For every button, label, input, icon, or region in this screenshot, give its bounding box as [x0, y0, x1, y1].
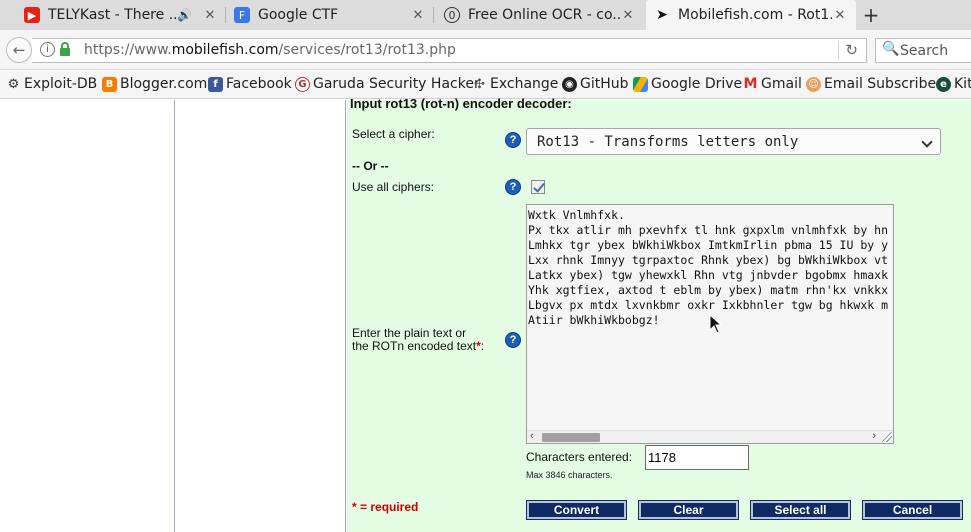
fish-icon: ➤ — [656, 7, 668, 23]
cipher-selected-value: Rot13 - Transforms letters only — [537, 134, 799, 150]
chevron-down-icon — [921, 136, 933, 148]
search-placeholder: Search — [900, 43, 949, 59]
horizontal-scrollbar[interactable]: ‹ › — [527, 430, 893, 443]
chars-entered-label: Characters entered: — [526, 450, 633, 464]
exchange-icon: ✣ — [474, 76, 485, 92]
subscriber-icon: ☺ — [806, 76, 821, 92]
gear-icon: ⚙ — [7, 76, 20, 92]
scrollbar-thumb[interactable] — [542, 433, 600, 442]
tab-free-online-ocr[interactable]: 0 Free Online OCR - co... ✕ — [436, 0, 644, 30]
lock-icon — [60, 42, 70, 56]
scroll-left-icon[interactable]: ‹ — [530, 430, 534, 442]
drive-icon — [633, 76, 648, 92]
tab-title: TELYKast - There ... — [48, 7, 178, 23]
close-tab-icon[interactable]: ✕ — [202, 8, 218, 23]
bookmark-kit[interactable]: e Kit — [936, 76, 971, 92]
url-text: https://www.mobilefish.com/services/rot1… — [84, 42, 456, 58]
tab-title: Free Online OCR - co... — [468, 7, 620, 23]
kit-icon: e — [936, 76, 951, 92]
facebook-icon: f — [208, 76, 223, 92]
cipher-select[interactable]: Rot13 - Transforms letters only — [526, 128, 941, 155]
bookmark-exchange[interactable]: ✣ Exchange — [472, 76, 558, 92]
bookmark-google-drive[interactable]: Google Drive — [633, 76, 742, 92]
tab-strip: ▶ TELYKast - There ... 🔊 ✕ F Google CTF … — [0, 0, 971, 30]
search-icon: 🔍 — [882, 41, 900, 57]
help-icon[interactable]: ? — [505, 332, 521, 348]
middle-column — [176, 100, 346, 532]
max-chars-note: Max 3846 characters. — [526, 470, 613, 480]
rot13-form-panel: Input rot13 (rot-n) encoder decoder: Sel… — [347, 96, 971, 532]
tab-title: Google CTF — [258, 7, 339, 23]
or-separator: -- Or -- — [352, 159, 389, 173]
page-content: Input rot13 (rot-n) encoder decoder: Sel… — [0, 96, 971, 532]
bookmark-facebook[interactable]: f Facebook — [208, 76, 292, 92]
help-icon[interactable]: ? — [505, 132, 521, 148]
use-all-ciphers-checkbox[interactable] — [531, 180, 545, 194]
tab-telykast[interactable]: ▶ TELYKast - There ... 🔊 ✕ — [16, 0, 226, 30]
bookmark-exploit-db[interactable]: ⚙ Exploit-DB — [6, 76, 98, 92]
search-input[interactable]: 🔍 Search — [875, 38, 971, 63]
back-button[interactable]: ← — [6, 37, 32, 63]
text-input-label: Enter the plain text or the ROTn encoded… — [352, 326, 485, 353]
bookmark-github[interactable]: ◉ GitHub — [562, 76, 629, 92]
required-note: * = required — [352, 500, 419, 514]
close-tab-icon[interactable]: ✕ — [832, 8, 848, 23]
youtube-icon: ▶ — [24, 7, 40, 23]
garuda-icon: G — [295, 76, 310, 92]
cipher-label: Select a cipher: — [352, 127, 435, 141]
cancel-button[interactable]: Cancel — [862, 500, 963, 520]
info-icon[interactable]: i — [40, 42, 55, 57]
scroll-right-icon[interactable]: › — [872, 430, 876, 442]
bookmarks-toolbar: ⚙ Exploit-DB B Blogger.com f Facebook G Garu… — [0, 71, 971, 99]
gmail-icon: M — [743, 76, 758, 92]
select-all-button[interactable]: Select all — [750, 500, 851, 520]
chars-entered-field[interactable] — [645, 445, 749, 470]
resize-grip-icon[interactable] — [882, 432, 892, 442]
close-tab-icon[interactable]: ✕ — [620, 8, 636, 23]
left-column — [0, 100, 175, 532]
ocr-icon: 0 — [444, 7, 460, 23]
help-icon[interactable]: ? — [505, 179, 521, 195]
tab-title: Mobilefish.com - Rot1... — [678, 7, 832, 23]
blogger-icon: B — [102, 76, 117, 92]
tab-mobilefish[interactable]: ➤ Mobilefish.com - Rot1... ✕ — [646, 0, 856, 30]
text-input-content: Wxtk Vnlmhfxk. Px tkx atlir mh pxevhfx t… — [528, 208, 889, 327]
form-heading: Input rot13 (rot-n) encoder decoder: — [350, 96, 572, 111]
bookmark-garuda[interactable]: G Garuda Security Hacker — [295, 76, 480, 92]
tab-google-ctf[interactable]: F Google CTF ✕ — [226, 0, 434, 30]
shield-icon: F — [234, 7, 250, 23]
new-tab-button[interactable]: + — [858, 3, 884, 27]
navigation-bar: ← i https://www.mobilefish.com/services/… — [0, 30, 971, 70]
convert-button[interactable]: Convert — [526, 500, 627, 520]
mouse-cursor-icon — [709, 314, 723, 334]
bookmark-gmail[interactable]: M Gmail — [743, 76, 802, 92]
github-icon: ◉ — [562, 76, 577, 92]
all-ciphers-label: Use all ciphers: — [352, 180, 435, 194]
bookmark-blogger[interactable]: B Blogger.com — [102, 76, 207, 92]
close-tab-icon[interactable]: ✕ — [410, 8, 426, 23]
address-bar[interactable]: i https://www.mobilefish.com/services/ro… — [32, 38, 867, 63]
clear-button[interactable]: Clear — [638, 500, 739, 520]
bookmark-email-subscriber[interactable]: ☺ Email Subscriber — [806, 76, 942, 92]
reload-icon[interactable]: ↻ — [838, 41, 858, 60]
speaker-icon[interactable]: 🔊 — [177, 8, 192, 22]
